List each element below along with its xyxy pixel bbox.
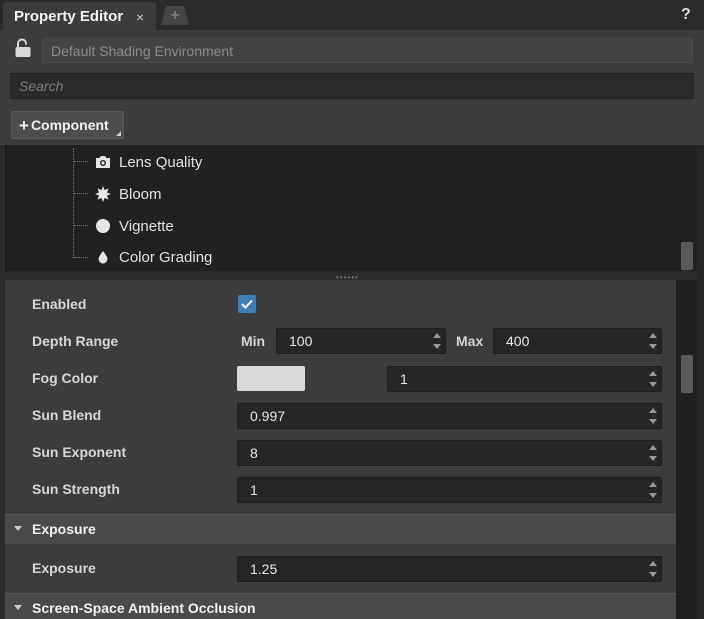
depth-min-label: Min: [241, 333, 266, 349]
sun-strength-value: 1: [250, 482, 258, 498]
spinner-icon[interactable]: [649, 370, 657, 388]
exposure-input[interactable]: 1.25: [237, 556, 662, 582]
fog-color-swatch[interactable]: [237, 366, 305, 391]
depth-max-label: Max: [456, 333, 484, 349]
search-input[interactable]: Search: [10, 73, 694, 99]
droplet-icon: [94, 248, 112, 266]
sun-blend-value: 0.997: [250, 408, 286, 424]
tab-property-editor[interactable]: Property Editor ×: [3, 2, 156, 30]
depth-min-input[interactable]: 100: [276, 328, 446, 354]
chevron-down-icon: [14, 526, 22, 531]
fog-color-label: Fog Color: [32, 370, 99, 386]
checkmark-icon: [241, 299, 253, 309]
spinner-icon[interactable]: [649, 332, 657, 350]
dropdown-corner-icon: [116, 131, 121, 136]
new-tab-button[interactable]: +: [161, 6, 189, 25]
tree-item-label: Bloom: [119, 185, 162, 203]
title-bar: Property Editor × + ?: [0, 0, 704, 30]
exposure-value: 1.25: [250, 561, 278, 577]
sun-strength-input[interactable]: 1: [237, 477, 662, 503]
tree-connector: [74, 193, 88, 194]
environment-name-field[interactable]: Default Shading Environment: [42, 38, 693, 63]
tree-item-bloom[interactable]: Bloom: [94, 184, 162, 204]
tree-item-label: Lens Quality: [119, 153, 203, 171]
tree-item-color-grading[interactable]: Color Grading: [94, 247, 212, 267]
sun-strength-label: Sun Strength: [32, 481, 120, 497]
tree-item-label: Vignette: [119, 217, 174, 235]
fog-color-alpha-value: 1: [400, 371, 408, 387]
tree-connector: [73, 148, 74, 258]
circle-icon: [94, 217, 112, 235]
add-component-label: Component: [30, 117, 109, 133]
depth-max-value: 400: [506, 333, 530, 349]
chevron-down-icon: [14, 605, 22, 610]
section-ssao-header[interactable]: Screen-Space Ambient Occlusion: [5, 593, 676, 619]
tab-title: Property Editor: [14, 8, 124, 25]
spinner-icon[interactable]: [649, 407, 657, 425]
tree-connector: [74, 161, 88, 162]
section-title: Exposure: [32, 521, 96, 537]
sun-exponent-value: 8: [250, 445, 258, 461]
camera-icon: [94, 153, 112, 171]
tree-item-label: Color Grading: [119, 248, 213, 266]
section-title: Screen-Space Ambient Occlusion: [32, 600, 256, 616]
plus-icon: +: [19, 116, 29, 135]
plus-icon: +: [170, 7, 180, 24]
spinner-icon[interactable]: [649, 481, 657, 499]
tree-item-lens-quality[interactable]: Lens Quality: [94, 152, 202, 172]
tree-item-vignette[interactable]: Vignette: [94, 216, 174, 236]
lock-open-icon[interactable]: [14, 38, 32, 58]
fog-color-alpha-input[interactable]: 1: [387, 366, 662, 392]
spinner-icon[interactable]: [433, 332, 441, 350]
enabled-checkbox[interactable]: [238, 295, 256, 313]
section-exposure-header[interactable]: Exposure: [5, 514, 676, 544]
bloom-icon: [94, 185, 112, 203]
sun-exponent-label: Sun Exponent: [32, 444, 127, 460]
enabled-label: Enabled: [32, 296, 87, 312]
depth-min-value: 100: [289, 333, 313, 349]
spinner-icon[interactable]: [649, 444, 657, 462]
add-component-button[interactable]: + Component: [11, 111, 124, 139]
depth-range-label: Depth Range: [32, 333, 119, 349]
close-icon[interactable]: ×: [136, 9, 144, 25]
properties-scrollbar-thumb[interactable]: [681, 355, 693, 393]
depth-max-input[interactable]: 400: [493, 328, 662, 354]
tree-scrollbar-thumb[interactable]: [681, 242, 693, 270]
spinner-icon[interactable]: [649, 560, 657, 578]
tree-connector: [74, 257, 88, 258]
panel-edge: [697, 145, 704, 619]
exposure-label: Exposure: [32, 560, 96, 576]
properties-scrollbar-track[interactable]: [676, 280, 697, 619]
help-icon[interactable]: ?: [681, 6, 691, 24]
tree-connector: [74, 225, 88, 226]
sun-exponent-input[interactable]: 8: [237, 440, 662, 466]
sun-blend-label: Sun Blend: [32, 407, 102, 423]
sun-blend-input[interactable]: 0.997: [237, 403, 662, 429]
